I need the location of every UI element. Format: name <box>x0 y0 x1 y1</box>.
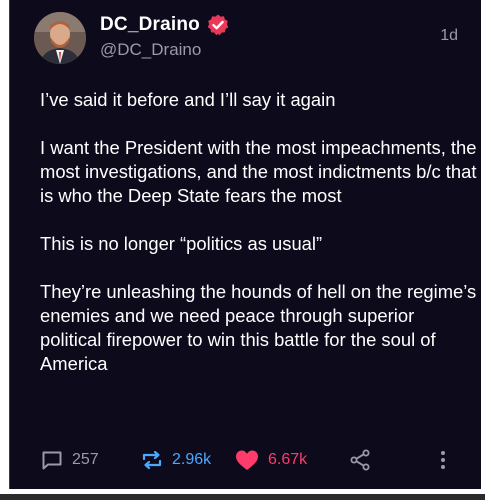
post-card: DC_Draino @DC_Draino 1d I’ve said it bef… <box>9 0 481 489</box>
display-name[interactable]: DC_Draino <box>100 14 200 36</box>
user-handle[interactable]: @DC_Draino <box>100 40 201 60</box>
repost-button[interactable]: 2.96k <box>140 446 211 474</box>
author-name-row: DC_Draino <box>100 13 230 37</box>
avatar[interactable] <box>34 12 86 64</box>
post-paragraph: They’re unleashing the hounds of hell on… <box>40 281 477 374</box>
post-time: 1d <box>440 27 458 44</box>
repost-icon <box>142 450 162 470</box>
heart-icon <box>236 450 258 470</box>
repost-count: 2.96k <box>172 451 212 468</box>
verified-badge-icon <box>207 14 229 36</box>
like-count: 6.67k <box>268 451 308 468</box>
like-button[interactable]: 6.67k <box>234 446 307 474</box>
share-button[interactable] <box>348 446 372 474</box>
post-paragraph: I want the President with the most impea… <box>40 137 477 206</box>
reply-count: 257 <box>72 451 99 468</box>
post-paragraph: I’ve said it before and I’ll say it agai… <box>40 89 336 110</box>
reply-icon <box>42 451 62 470</box>
screenshot-frame: DC_Draino @DC_Draino 1d I’ve said it bef… <box>0 0 485 500</box>
more-options-button[interactable] <box>438 446 448 474</box>
post-paragraph: This is no longer “politics as usual” <box>40 233 323 254</box>
avatar-image <box>34 12 86 64</box>
bottom-edge-bar <box>0 494 485 500</box>
more-icon <box>441 451 445 469</box>
post-body: I’ve said it before and I’ll say it agai… <box>40 88 480 400</box>
share-icon <box>350 449 370 471</box>
reply-button[interactable]: 257 <box>40 446 99 474</box>
action-bar: 257 2.96k 6.67k <box>40 446 465 474</box>
